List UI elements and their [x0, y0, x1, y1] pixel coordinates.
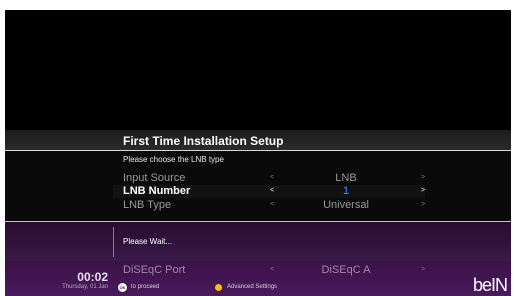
- clock-time: 00:02: [77, 270, 108, 284]
- bein-logo: beIN: [473, 275, 508, 295]
- yellow-dot-icon[interactable]: [215, 284, 222, 291]
- setting-label: LNB Type: [123, 199, 172, 211]
- instruction-text: Please choose the LNB type: [123, 155, 224, 164]
- chevron-left-icon[interactable]: <: [270, 266, 274, 273]
- setting-row-input-source[interactable]: Input Source < LNB >: [123, 172, 425, 184]
- chevron-left-icon[interactable]: <: [270, 174, 274, 181]
- overlay-divider: [113, 227, 114, 257]
- setting-label: Input Source: [123, 172, 186, 184]
- please-wait-message: Please Wait...: [123, 237, 173, 246]
- title-bar: First Time Installation Setup: [5, 130, 511, 152]
- chevron-right-icon[interactable]: >: [421, 201, 425, 208]
- setting-row-lnb-type[interactable]: LNB Type < Universal >: [123, 199, 425, 211]
- advanced-settings-hint: Advanced Settings: [227, 284, 278, 290]
- setting-label: LNB Number: [123, 185, 191, 197]
- chevron-right-icon[interactable]: >: [421, 266, 425, 273]
- ok-hint: to proceed: [131, 284, 160, 290]
- please-wait-overlay: Please Wait...: [5, 221, 511, 262]
- setting-row-lnb-number[interactable]: LNB Number < 1 >: [123, 185, 425, 197]
- tv-screen: First Time Installation Setup Please cho…: [5, 10, 511, 296]
- setting-value: Universal: [323, 199, 369, 211]
- chevron-right-icon[interactable]: >: [421, 174, 425, 181]
- setting-value: LNB: [335, 172, 357, 184]
- clock-date: Thursday, 01 Jan: [62, 284, 108, 290]
- page-title: First Time Installation Setup: [123, 134, 284, 148]
- setting-value: 1: [342, 185, 350, 197]
- footer-bar: 00:02 Thursday, 01 Jan DiSEqC Port < DiS…: [5, 261, 511, 296]
- screen: First Time Installation Setup Please cho…: [0, 0, 516, 296]
- chevron-right-icon[interactable]: >: [421, 187, 425, 194]
- chevron-left-icon[interactable]: <: [270, 201, 274, 208]
- ok-button-icon[interactable]: OK: [118, 283, 127, 292]
- setting-value-diseqc: DiSEqC A: [321, 264, 371, 276]
- setting-label-diseqc: DiSEqC Port: [123, 264, 186, 276]
- chevron-left-icon[interactable]: <: [270, 187, 274, 194]
